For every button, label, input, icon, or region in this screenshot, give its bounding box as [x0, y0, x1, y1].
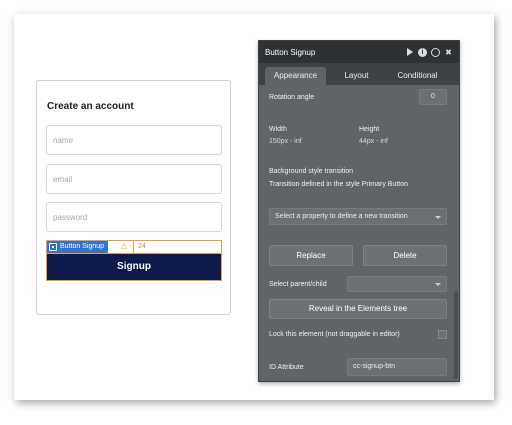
reveal-elements-tree-button[interactable]: Reveal in the Elements tree	[269, 299, 447, 319]
lock-label: Lock this element (not draggable in edit…	[269, 331, 400, 338]
id-attribute-label: ID Attribute	[269, 364, 304, 371]
parent-child-label: Select parent/child	[269, 281, 327, 288]
property-editor-panel: Button Signup i ✖ Appearance Layout Cond…	[258, 40, 460, 382]
selection-bar: Button Signup ⚠ 24	[46, 240, 222, 253]
panel-tabs: Appearance Layout Conditional	[259, 63, 459, 85]
panel-title: Button Signup	[265, 47, 316, 57]
transition-note: Transition defined in the style Primary …	[269, 181, 409, 188]
email-field[interactable]: email	[46, 164, 222, 194]
height-value[interactable]: 44px - inf	[359, 138, 388, 145]
password-field[interactable]: password	[46, 202, 222, 232]
create-account-card: Create an account name email password Bu…	[36, 80, 231, 315]
info-icon[interactable]: i	[418, 47, 427, 57]
rotation-label: Rotation angle	[269, 94, 315, 101]
signup-button[interactable]: Signup	[46, 253, 222, 281]
comment-icon[interactable]	[431, 47, 440, 57]
transition-select-label: Select a property to define a new transi…	[275, 213, 408, 220]
width-label: Width	[269, 126, 287, 133]
id-attribute-input[interactable]: cc-signup-btn	[347, 358, 447, 376]
parent-child-select[interactable]	[347, 276, 447, 292]
bg-transition-label: Background style transition	[269, 168, 354, 175]
transition-select[interactable]: Select a property to define a new transi…	[269, 208, 447, 225]
selected-element-tag[interactable]: Button Signup	[47, 241, 108, 253]
chevron-down-icon	[435, 283, 441, 286]
delete-button[interactable]: Delete	[363, 245, 447, 266]
rotation-input[interactable]: 0	[419, 89, 447, 105]
width-value[interactable]: 150px - inf	[269, 138, 302, 145]
close-icon[interactable]: ✖	[444, 48, 453, 57]
replace-button[interactable]: Replace	[269, 245, 353, 266]
panel-scrollbar[interactable]	[454, 291, 458, 379]
chevron-down-icon	[435, 215, 441, 219]
lock-checkbox[interactable]	[438, 330, 447, 339]
tab-appearance[interactable]: Appearance	[265, 67, 326, 85]
name-field[interactable]: name	[46, 125, 222, 155]
card-title: Create an account	[47, 101, 134, 112]
element-icon	[49, 243, 57, 251]
tab-layout[interactable]: Layout	[326, 67, 387, 85]
warning-icon[interactable]: ⚠	[117, 241, 131, 253]
selected-element-label: Button Signup	[60, 243, 104, 250]
tab-conditional[interactable]: Conditional	[387, 67, 448, 85]
height-label: Height	[359, 126, 380, 133]
selection-value: 24	[133, 241, 223, 253]
play-icon[interactable]	[405, 47, 414, 57]
panel-header: Button Signup i ✖	[259, 41, 459, 63]
